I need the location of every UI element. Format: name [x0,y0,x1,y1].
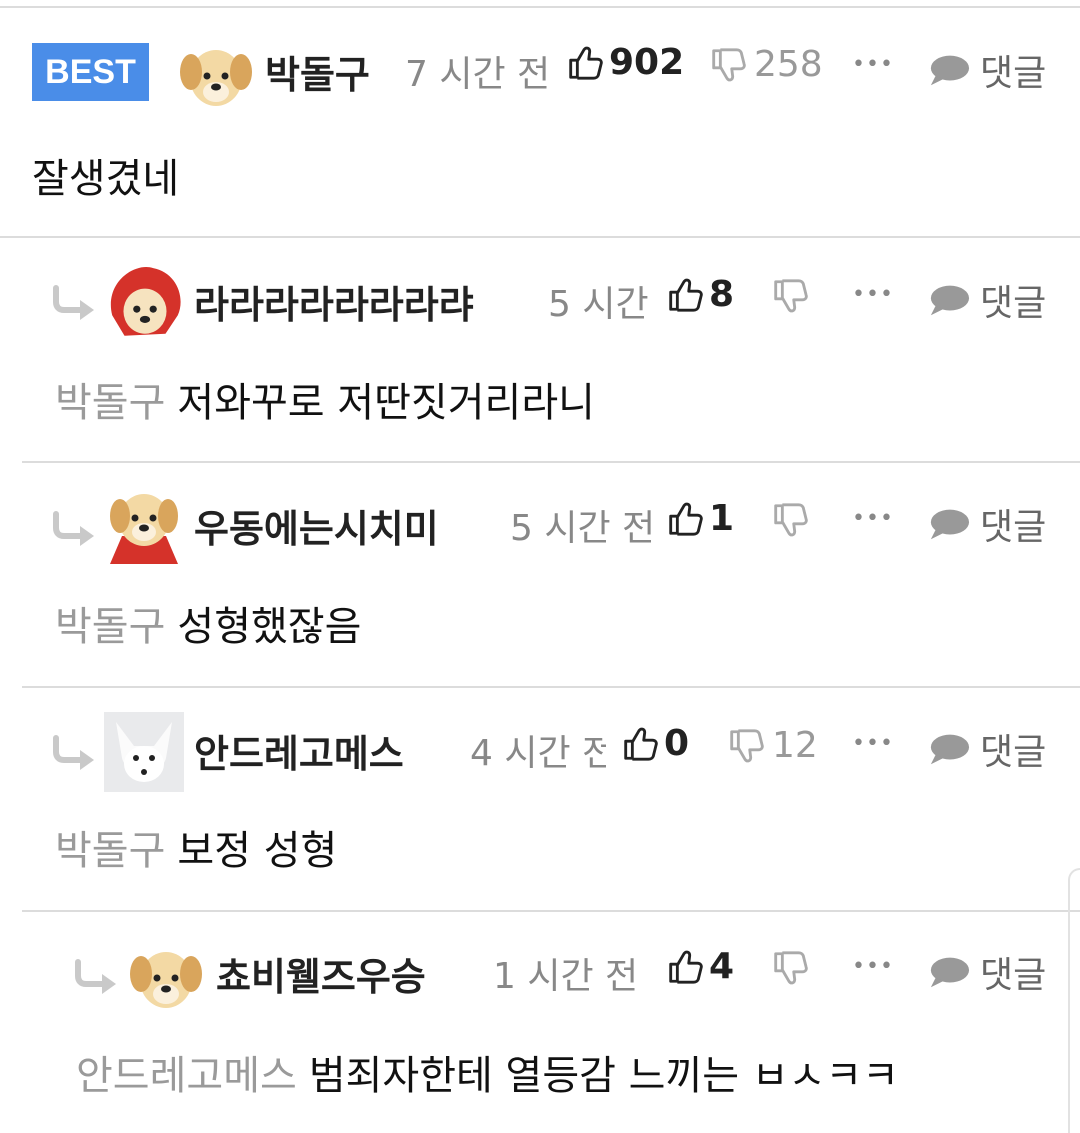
more-options-button[interactable]: ••• [852,506,894,531]
speech-bubble-icon [928,731,970,767]
timestamp: 1 시간 전 [493,956,639,997]
speech-bubble-icon [928,282,970,318]
reply-button[interactable]: 댓글 [928,44,1046,96]
thumbs-up-icon [665,275,703,315]
thumbs-down-icon [770,500,808,540]
nickname[interactable]: 우동에는시치미 [194,498,474,553]
more-options-button[interactable]: ••• [852,282,894,307]
nickname[interactable]: 박돌구 [265,44,395,99]
dislike-button[interactable] [770,500,808,540]
like-button[interactable]: 1 [665,498,734,539]
reply-button[interactable]: 댓글 [928,723,1046,775]
dislike-count: 12 [772,725,818,766]
reply-label: 댓글 [980,507,1047,548]
reply-arrow-icon [52,732,98,772]
nested-thread-edge [1068,868,1080,1133]
thumbs-down-icon [770,276,808,316]
reply-button[interactable]: 댓글 [928,946,1046,998]
reply-arrow-icon [74,956,120,996]
comment-text: 박돌구 성형했잖음 [55,594,361,652]
more-options-button[interactable]: ••• [852,954,894,979]
avatar[interactable] [176,34,256,114]
reply-button[interactable]: 댓글 [928,274,1046,326]
avatar[interactable] [104,484,184,564]
like-button[interactable]: 4 [665,946,734,987]
like-button[interactable]: 0 [620,723,689,764]
reply-label: 댓글 [980,283,1047,324]
like-count: 0 [664,723,690,764]
thumbs-up-icon [665,499,703,539]
comment-text: 박돌구 저와꾸로 저딴짓거리라니 [55,370,595,428]
comment-body: 범죄자한테 열등감 느끼는 ㅂㅅㅋㅋ [308,1053,899,1099]
comment-divider [22,461,1080,463]
dislike-count: 258 [754,44,823,85]
mention-link[interactable]: 박돌구 [55,828,165,874]
thumbs-down-icon [726,726,764,766]
more-options-button[interactable]: ••• [852,731,894,756]
best-badge: BEST [32,43,149,101]
comment-body: 보정 성형 [177,828,338,874]
dislike-button[interactable]: 12 [726,725,818,766]
comment-divider [22,910,1080,912]
mention-link[interactable]: 안드레고메스 [76,1053,297,1099]
timestamp: 5 시간 전 [548,284,651,325]
comment-text: 안드레고메스 범죄자한테 열등감 느끼는 ㅂㅅㅋㅋ [76,1043,899,1101]
like-count: 1 [709,498,735,539]
avatar[interactable] [126,936,206,1016]
comment-divider [0,236,1080,238]
comment-body: 성형했잖음 [177,604,362,650]
reply-label: 댓글 [980,53,1047,94]
top-divider [0,6,1080,8]
thumbs-down-icon [770,948,808,988]
reply-arrow-icon [52,508,98,548]
timestamp: 5 시간 전 [510,508,651,549]
comment-text: 잘생겼네 [32,146,179,204]
like-count: 902 [609,42,685,83]
comment-body: 저와꾸로 저딴짓거리라니 [177,380,595,426]
thumbs-down-icon [708,45,746,85]
like-count: 4 [709,946,735,987]
reply-label: 댓글 [980,732,1047,773]
speech-bubble-icon [928,954,970,990]
nickname[interactable]: 쵸비웰즈우승 [216,946,466,1001]
dislike-button[interactable] [770,276,808,316]
like-button[interactable]: 8 [665,274,734,315]
like-count: 8 [709,274,735,315]
speech-bubble-icon [928,52,970,88]
thumbs-up-icon [565,43,603,83]
thumbs-up-icon [620,724,658,764]
mention-link[interactable]: 박돌구 [55,604,165,650]
dislike-button[interactable]: 258 [708,44,823,85]
dislike-button[interactable] [770,948,808,988]
more-options-button[interactable]: ••• [852,52,894,77]
mention-link[interactable]: 박돌구 [55,380,165,426]
like-button[interactable]: 902 [565,42,684,83]
comment-divider [22,686,1080,688]
avatar[interactable] [104,262,186,344]
speech-bubble-icon [928,506,970,542]
timestamp: 4 시간 전 [470,733,606,774]
reply-label: 댓글 [980,955,1047,996]
timestamp: 7 시간 전 [405,54,551,95]
thumbs-up-icon [665,947,703,987]
comment-text: 박돌구 보정 성형 [55,818,337,876]
reply-button[interactable]: 댓글 [928,498,1046,550]
comment-body: 잘생겼네 [32,156,180,202]
nickname[interactable]: 안드레고메스 [194,723,444,778]
reply-arrow-icon [52,282,98,322]
avatar[interactable] [104,712,184,792]
nickname[interactable]: 라라라라라라라랴 [194,274,500,329]
